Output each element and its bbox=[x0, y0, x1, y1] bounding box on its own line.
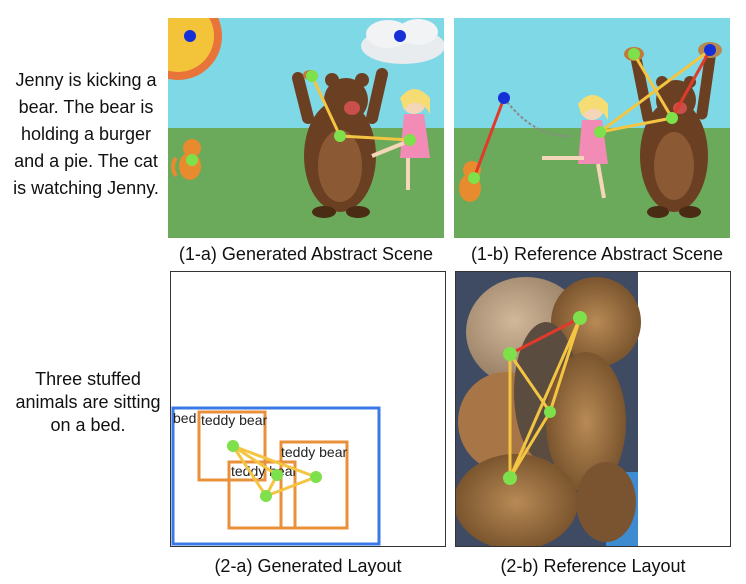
caption-1b: (1-b) Reference Abstract Scene bbox=[470, 244, 724, 264]
row2-line: animals are sitting bbox=[15, 392, 161, 412]
row1-line: bear. The bear is bbox=[18, 97, 154, 117]
row1-line: is watching Jenny. bbox=[13, 178, 159, 198]
panel-1b-reference-scene bbox=[454, 18, 730, 238]
cloud-icon bbox=[361, 19, 444, 64]
row1-line: and a pie. The cat bbox=[14, 151, 158, 171]
panel-1a-generated-scene bbox=[168, 18, 444, 238]
row2-description: Three stuffed animals are sitting on a b… bbox=[8, 368, 168, 437]
panel-2b-reference-layout bbox=[455, 271, 731, 547]
row1-description: Jenny is kicking a bear. The bear is hol… bbox=[5, 67, 167, 202]
caption-2b: (2-b) Reference Layout bbox=[500, 556, 686, 576]
bbox-label-teddy-bear-2: teddy bear bbox=[281, 444, 347, 460]
caption-1a: (1-a) Generated Abstract Scene bbox=[178, 244, 434, 264]
panel-2a-generated-layout: bed teddy bear teddy bear teddy bear bbox=[170, 271, 446, 547]
bbox-label-bed: bed bbox=[173, 410, 196, 426]
bbox-label-teddy-bear-1: teddy bear bbox=[201, 412, 267, 428]
row1-line: holding a burger bbox=[20, 124, 152, 144]
caption-2a: (2-a) Generated Layout bbox=[214, 556, 402, 576]
row1-line: Jenny is kicking a bbox=[15, 70, 157, 90]
row2-line: Three stuffed bbox=[35, 369, 141, 389]
row2-line: on a bed. bbox=[50, 415, 126, 435]
